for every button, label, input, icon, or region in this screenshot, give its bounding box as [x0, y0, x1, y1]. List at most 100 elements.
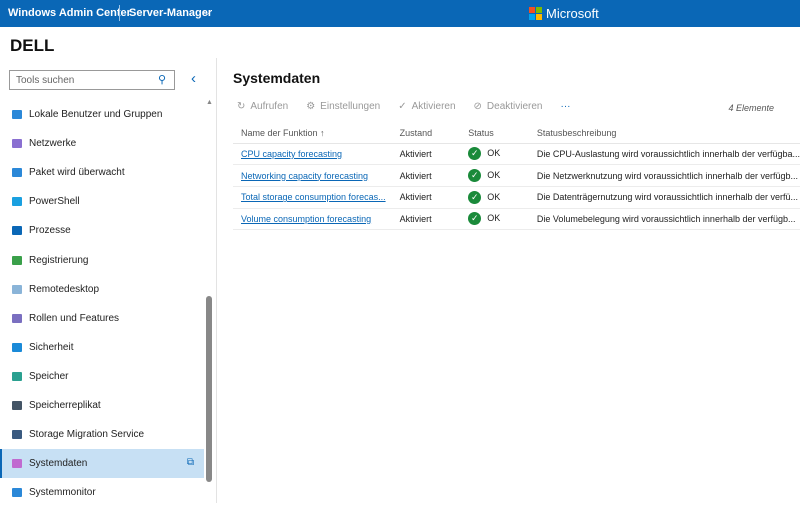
remote-desktop-icon — [12, 284, 22, 294]
divider — [119, 5, 120, 21]
open-new-window-icon[interactable]: ⧉ — [187, 457, 194, 468]
status-cell: ✓ OK — [460, 143, 529, 166]
processes-icon — [12, 226, 22, 236]
table-row[interactable]: Total storage consumption forecas... Akti… — [233, 186, 800, 209]
sidebar-item[interactable]: Prozesse — [0, 216, 204, 245]
server-selector[interactable]: Server-Manager — [129, 7, 212, 19]
app-title[interactable]: Windows Admin Center — [8, 7, 131, 19]
table-row[interactable]: CPU capacity forecasting Aktiviert ✓ OK Die … — [233, 143, 800, 166]
column-header[interactable]: Status — [460, 123, 529, 144]
chevron-down-icon[interactable]: ⌵ — [203, 6, 211, 19]
sidebar-item-label: Lokale Benutzer und Gruppen — [29, 109, 163, 121]
features-table: Name der Funktion ↑ Zustand Status Statusbe… — [233, 123, 800, 231]
sidebar-item[interactable]: Rollen und Features — [0, 304, 204, 333]
status-cell: ✓ OK — [460, 186, 529, 209]
sidebar-item[interactable]: Lokale Benutzer und Gruppen — [0, 100, 204, 129]
more-button[interactable]: ··· — [561, 101, 571, 112]
check-circle-icon: ✓ — [398, 101, 407, 112]
performance-monitor-icon — [12, 488, 22, 498]
table-row[interactable]: Volume consumption forecasting Aktiviert ✓… — [233, 208, 800, 231]
search-placeholder: Tools suchen — [16, 75, 75, 86]
packet-icon — [12, 168, 22, 178]
sidebar-item-label: Remotedesktop — [29, 283, 100, 295]
column-header[interactable]: Name der Funktion ↑ — [233, 123, 392, 144]
sidebar-item-label: Systemmonitor — [29, 487, 96, 499]
sidebar-item[interactable]: PowerShell — [0, 187, 204, 216]
state-cell: Aktiviert — [391, 186, 461, 209]
state-cell: Aktiviert — [391, 164, 461, 187]
column-header[interactable]: Statusbeschreibung — [528, 123, 800, 144]
toolbar-button[interactable]: ↻ Aufrufen — [237, 101, 288, 112]
status-text: OK — [487, 169, 501, 180]
check-circle-icon: ✓ — [468, 190, 482, 204]
top-bar: Windows Admin Center Server-Manager ⌵ Mi… — [0, 0, 800, 27]
toolbar-label: Einstellungen — [320, 101, 381, 112]
state-cell: Aktiviert — [391, 208, 461, 231]
feature-link[interactable]: Volume consumption forecasting — [241, 214, 371, 224]
sidebar-item[interactable]: Netzwerke — [0, 129, 204, 158]
toolbar-label: Aktivieren — [411, 101, 456, 112]
registry-icon — [12, 255, 22, 265]
description-cell: Die Netzwerknutzung wird voraussichtlich… — [528, 164, 800, 187]
system-insights-icon — [12, 459, 22, 469]
sidebar-item-label: Systemdaten — [29, 458, 88, 470]
status-text: OK — [487, 148, 501, 159]
sidebar-item[interactable]: Storage Migration Service — [0, 420, 204, 449]
sidebar-item-label: PowerShell — [29, 196, 80, 208]
sidebar-item-label: Storage Migration Service — [29, 429, 145, 441]
feature-link[interactable]: CPU capacity forecasting — [241, 149, 342, 159]
scroll-up-arrow[interactable]: ▲ — [206, 99, 213, 106]
sidebar-item[interactable]: Remotedesktop — [0, 275, 204, 304]
status-cell: ✓ OK — [460, 164, 529, 187]
divider — [216, 58, 217, 503]
table-row[interactable]: Networking capacity forecasting Aktiviert… — [233, 164, 800, 187]
item-count: 4 Elemente — [728, 103, 774, 113]
scrollbar-thumb[interactable] — [206, 296, 212, 482]
storage-icon — [12, 371, 22, 381]
description-cell: Die CPU-Auslastung wird voraussichtlich … — [528, 143, 800, 166]
check-circle-icon: ✓ — [468, 169, 482, 183]
toolbar-button[interactable]: ⚙ Einstellungen — [306, 101, 380, 112]
block-icon: ⊘ — [473, 101, 482, 112]
sidebar-item[interactable]: Paket wird überwacht — [0, 158, 204, 187]
microsoft-logo: Microsoft — [529, 6, 599, 21]
column-header[interactable]: Zustand — [391, 123, 461, 144]
brand-name: Microsoft — [546, 6, 599, 21]
feature-link[interactable]: Networking capacity forecasting — [241, 171, 368, 181]
description-cell: Die Volumebelegung wird voraussichtlich … — [528, 208, 800, 231]
toolbar-label: Aufrufen — [250, 101, 289, 112]
sidebar-item-label: Paket wird überwacht — [29, 167, 125, 179]
sidebar-item[interactable]: Speicherreplikat — [0, 391, 204, 420]
shield-icon — [12, 342, 22, 352]
network-icon — [12, 139, 22, 149]
sidebar-item[interactable]: Sicherheit — [0, 333, 204, 362]
server-name: DELL — [10, 36, 55, 55]
page-title: Systemdaten — [233, 70, 321, 86]
status-cell: ✓ OK — [460, 208, 529, 231]
sidebar-item-label: Registrierung — [29, 254, 89, 266]
sidebar-item[interactable]: Systemdaten ⧉ — [0, 449, 204, 479]
refresh-icon: ↻ — [237, 101, 246, 112]
users-icon — [12, 110, 22, 120]
feature-link[interactable]: Total storage consumption forecas... — [241, 192, 386, 202]
tools-search-input[interactable]: Tools suchen ⚲ — [9, 70, 175, 90]
status-text: OK — [487, 191, 501, 202]
state-cell: Aktiviert — [391, 143, 461, 166]
sidebar-item-label: Speicher — [29, 370, 69, 382]
sidebar-item[interactable]: Registrierung — [0, 245, 204, 274]
status-text: OK — [487, 213, 501, 224]
toolbar-button[interactable]: ⊘ Deaktivieren — [474, 101, 543, 112]
roles-icon — [12, 313, 22, 323]
check-circle-icon: ✓ — [468, 147, 482, 161]
check-circle-icon: ✓ — [468, 212, 482, 226]
powershell-icon — [12, 197, 22, 207]
toolbar: ↻ Aufrufen ⚙ Einstellungen ✓ Aktivieren ⊘ Deakt… — [237, 101, 571, 112]
sidebar-nav: Lokale Benutzer und Gruppen Netzwerke Pake… — [0, 100, 204, 507]
collapse-sidebar-button[interactable]: ‹ — [191, 70, 196, 87]
search-icon[interactable]: ⚲ — [158, 73, 166, 86]
gear-icon: ⚙ — [306, 101, 316, 112]
toolbar-label: Deaktivieren — [486, 101, 543, 112]
toolbar-button[interactable]: ✓ Aktivieren — [398, 101, 455, 112]
sidebar-item[interactable]: Speicher — [0, 362, 204, 391]
migration-icon — [12, 430, 22, 440]
